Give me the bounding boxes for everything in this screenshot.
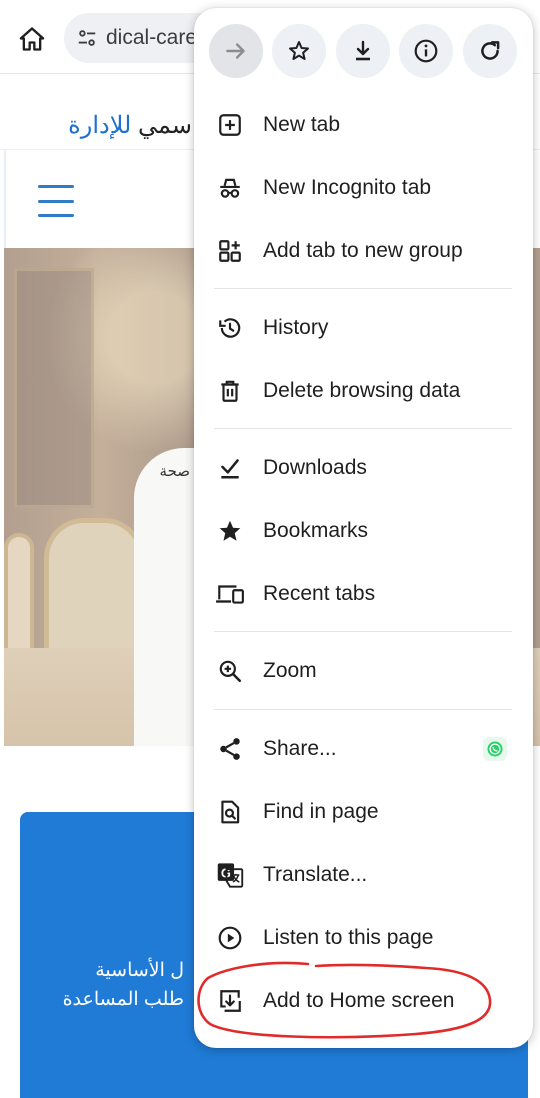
menu-item-translate[interactable]: G Translate...	[194, 847, 533, 903]
arrow-forward-icon	[226, 43, 245, 59]
trash-icon	[214, 375, 246, 407]
tune-icon[interactable]	[74, 25, 100, 51]
menu-item-label: Translate...	[263, 863, 368, 886]
devices-icon	[214, 578, 246, 610]
menu-item-share[interactable]: Share...	[194, 721, 533, 777]
star-filled-icon	[214, 515, 246, 547]
menu-item-label: Find in page	[263, 800, 379, 823]
refresh-icon	[481, 41, 500, 60]
hero-title-dark: سمي	[138, 112, 192, 139]
url-text[interactable]: dical-care	[106, 26, 197, 50]
menu-item-label: Recent tabs	[263, 582, 376, 605]
menu-item-history[interactable]: History	[194, 300, 533, 356]
menu-item-label: History	[263, 316, 329, 339]
menu-item-recent-tabs[interactable]: Recent tabs	[194, 566, 533, 622]
menu-item-label: Share...	[263, 737, 337, 760]
menu-divider	[214, 288, 512, 289]
bookmark-this-page-button[interactable]	[272, 24, 326, 78]
menu-divider	[214, 428, 512, 429]
tab-group-icon	[214, 235, 246, 267]
card-line-1: ل الأساسية	[95, 960, 184, 981]
menu-item-new-tab[interactable]: New tab	[194, 97, 533, 153]
zoom-icon	[214, 655, 246, 687]
download-page-button[interactable]	[336, 24, 390, 78]
menu-item-listen-to-page[interactable]: Listen to this page	[194, 910, 533, 966]
home-icon[interactable]	[14, 21, 50, 57]
star-outline-icon	[289, 41, 309, 60]
menu-item-add-to-home-screen[interactable]: Add to Home screen	[194, 973, 533, 1029]
overflow-menu: New tab New Incognito tab Add tab to new…	[194, 8, 533, 1048]
menu-divider	[214, 709, 512, 710]
whatsapp-icon[interactable]	[483, 737, 507, 761]
menu-item-zoom[interactable]: Zoom	[194, 643, 533, 699]
menu-item-label: Zoom	[263, 659, 317, 682]
menu-item-label: Downloads	[263, 456, 367, 479]
menu-item-label: Listen to this page	[263, 926, 434, 949]
hero-subtitle: صحة	[159, 463, 190, 480]
history-icon	[214, 312, 246, 344]
reload-button[interactable]	[463, 24, 517, 78]
play-circle-icon	[214, 922, 246, 954]
plus-box-icon	[214, 109, 246, 141]
menu-item-bookmarks[interactable]: Bookmarks	[194, 503, 533, 559]
menu-item-label: Add tab to new group	[263, 239, 463, 262]
menu-item-find-in-page[interactable]: Find in page	[194, 784, 533, 840]
menu-divider	[214, 631, 512, 632]
incognito-icon	[214, 172, 246, 204]
downloads-check-icon	[214, 452, 246, 484]
menu-item-label: New Incognito tab	[263, 176, 432, 199]
card-line-2: طلب المساعدة	[62, 989, 184, 1010]
page-info-button[interactable]	[399, 24, 453, 78]
download-icon	[356, 40, 370, 61]
menu-item-label: Bookmarks	[263, 519, 369, 542]
menu-item-delete-browsing-data[interactable]: Delete browsing data	[194, 363, 533, 419]
find-page-icon	[214, 796, 246, 828]
hamburger-menu-icon[interactable]	[38, 185, 74, 217]
forward-button[interactable]	[209, 24, 263, 78]
menu-item-downloads[interactable]: Downloads	[194, 440, 533, 496]
menu-item-new-incognito-tab[interactable]: New Incognito tab	[194, 160, 533, 216]
translate-icon: G	[214, 859, 246, 891]
menu-toolbar	[194, 8, 533, 98]
menu-item-label: Delete browsing data	[263, 379, 461, 402]
menu-item-label: New tab	[263, 113, 341, 136]
add-home-screen-icon	[214, 985, 246, 1017]
info-icon	[414, 39, 438, 63]
share-icon	[214, 733, 246, 765]
hero-title: سمي للإدارة	[0, 111, 192, 140]
menu-item-add-tab-to-group[interactable]: Add tab to new group	[194, 223, 533, 279]
menu-item-label: Add to Home screen	[263, 989, 455, 1012]
hero-title-blue: للإدارة	[68, 112, 132, 139]
